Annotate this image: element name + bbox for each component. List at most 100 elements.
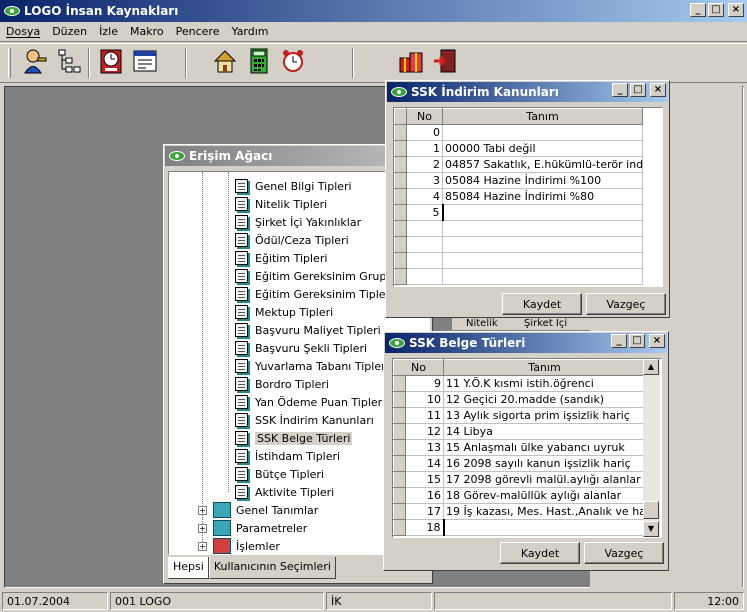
table-row[interactable]: 16 18 Görev-malüllük aylığı alanlar	[393, 487, 646, 504]
tree-item[interactable]: Başvuru Şekli Tipleri	[235, 339, 367, 357]
ssk-belge-title-bar: SSK Belge Türleri _ □ ×	[385, 333, 667, 353]
document-icon	[235, 305, 248, 319]
maximize-button[interactable]: □	[630, 83, 646, 97]
save-button[interactable]: Kaydet	[502, 293, 582, 315]
table-row[interactable]	[394, 236, 643, 253]
table-row[interactable]: 10 12 Geçici 20.madde (sandık)	[393, 391, 646, 408]
window-list-icon[interactable]	[132, 48, 158, 74]
table-row[interactable]: 11 13 Aylık sigorta prim işsizlik hariç	[393, 407, 646, 424]
tree-item[interactable]: SSK İndirim Kanunları	[235, 411, 374, 429]
tree-item[interactable]: Yan Ödeme Puan Tipleri	[235, 393, 385, 411]
table-row[interactable]: 1 00000 Tabi değil	[394, 140, 643, 157]
table-row-current[interactable]: 18	[393, 519, 646, 536]
menu-pencere[interactable]: Pencere	[176, 25, 220, 38]
tree-folder-parametreler[interactable]: + Parametreler	[198, 519, 307, 537]
document-icon	[235, 323, 248, 337]
tree-item[interactable]: Nitelik Tipleri	[235, 195, 327, 213]
close-button[interactable]: ×	[649, 334, 665, 348]
tree-item[interactable]: Ödül/Ceza Tipleri	[235, 231, 349, 249]
table-row[interactable]: 13 15 Anlaşmalı ülke yabancı uyruk	[393, 439, 646, 456]
minimize-button[interactable]: _	[611, 334, 627, 348]
expand-icon[interactable]: +	[198, 541, 207, 551]
tree-item[interactable]: Eğitim Gereksinim Tipleri	[235, 285, 393, 303]
home-icon[interactable]	[212, 48, 238, 74]
erisim-title: Erişim Ağacı	[189, 149, 273, 163]
document-icon	[235, 269, 248, 283]
maximize-button[interactable]: □	[708, 3, 724, 17]
tree-item-selected[interactable]: SSK Belge Türleri	[235, 429, 353, 447]
scroll-thumb[interactable]	[643, 501, 659, 519]
table-row[interactable]: 4 85084 Hazine İndirimi %80	[394, 188, 643, 205]
column-header-tanim: Tanım	[442, 108, 643, 125]
scroll-down-arrow-icon[interactable]: ▼	[643, 521, 659, 537]
table-row[interactable]: 17 19 İş kazası, Mes. Hast.,Analık ve has…	[393, 503, 646, 520]
tree-item[interactable]: Eğitim Gereksinim Grupları	[235, 267, 404, 285]
cancel-button[interactable]: Vazgeç	[586, 293, 666, 315]
table-row[interactable]: 9 11 Y.Ö.K kısmi istih.öğrenci	[393, 375, 646, 392]
vertical-scrollbar[interactable]: ▲ ▼	[643, 359, 660, 537]
time-clock-icon[interactable]	[98, 48, 124, 74]
document-icon	[235, 179, 248, 193]
table-row[interactable]: 12 14 Libya	[393, 423, 646, 440]
tree-item[interactable]: Bütçe Tipleri	[235, 465, 324, 483]
tree-guide-line	[228, 172, 229, 492]
calculator-icon[interactable]	[246, 48, 272, 74]
tab-hepsi[interactable]: Hepsi	[168, 557, 209, 579]
expand-icon[interactable]: +	[198, 505, 207, 515]
table-row[interactable]	[394, 220, 643, 237]
table-row[interactable]: 204857 Sakatlık, E.hükümlü-terör indirim…	[394, 156, 643, 173]
menu-dosya[interactable]: Dosya	[6, 25, 40, 38]
scroll-up-arrow-icon[interactable]: ▲	[643, 359, 659, 375]
menu-duzen[interactable]: Düzen	[52, 25, 87, 38]
table-row[interactable]: 15 17 2098 görevli malül.aylığı alanlar	[393, 471, 646, 488]
tree-item[interactable]: Genel Bilgi Tipleri	[235, 177, 352, 195]
tree-folder-genel-tanimlar[interactable]: + Genel Tanımlar	[198, 501, 318, 519]
tree-item[interactable]: Aktivite Tipleri	[235, 483, 334, 501]
ssk-indirim-window: SSK İndirim Kanunları _ □ × No Tanım 0 1…	[385, 80, 670, 318]
gifts-icon[interactable]	[398, 48, 424, 74]
table-row[interactable]	[394, 252, 643, 269]
tree-item[interactable]: Mektup Tipleri	[235, 303, 333, 321]
table-row[interactable]: 0	[394, 124, 643, 141]
org-chart-icon[interactable]	[56, 48, 82, 74]
logo-eye-icon	[391, 87, 407, 97]
person-key-icon[interactable]	[22, 48, 48, 74]
menu-izle[interactable]: İzle	[99, 25, 118, 38]
minimize-button[interactable]: _	[612, 83, 628, 97]
toolbar-grip	[8, 48, 11, 78]
save-button[interactable]: Kaydet	[500, 542, 580, 564]
toolbar-separator	[185, 48, 187, 78]
tree-item[interactable]: Eğitim Tipleri	[235, 249, 327, 267]
status-company: 001 LOGO	[110, 592, 324, 610]
document-icon	[235, 215, 248, 229]
table-row[interactable]: 3 05084 Hazine İndirimi %100	[394, 172, 643, 189]
ssk-indirim-grid: No Tanım 0 1 00000 Tabi değil 2 04857 Saka…	[393, 107, 663, 287]
menu-makro[interactable]: Makro	[130, 25, 164, 38]
tree-item[interactable]: Bordro Tipleri	[235, 375, 329, 393]
close-button[interactable]: ×	[728, 3, 744, 17]
exit-door-icon[interactable]	[432, 48, 458, 74]
tree-item[interactable]: Başvuru Maliyet Tipleri	[235, 321, 381, 339]
status-time: 12:00	[674, 592, 744, 610]
alarm-clock-icon[interactable]	[280, 48, 306, 74]
document-icon	[235, 197, 248, 211]
minimize-button[interactable]: _	[690, 3, 706, 17]
cancel-button[interactable]: Vazgeç	[584, 542, 664, 564]
maximize-button[interactable]: □	[629, 334, 645, 348]
tab-kullanici-secimleri[interactable]: Kullanıcının Seçimleri	[208, 557, 336, 579]
document-icon	[235, 287, 248, 301]
tree-item[interactable]: Yuvarlama Tabanı Tipleri	[235, 357, 389, 375]
tree-item[interactable]: İstihdam Tipleri	[235, 447, 340, 465]
table-row-current[interactable]: 5	[394, 204, 643, 221]
table-row[interactable]	[394, 268, 643, 285]
close-button[interactable]: ×	[650, 83, 666, 97]
column-header: Şirket İçi	[524, 318, 568, 329]
status-bar: 01.07.2004 001 LOGO İK 12:00	[0, 590, 747, 612]
table-row[interactable]: 14 16 2098 sayılı kanun işsizlik hariç	[393, 455, 646, 472]
tree-folder-islemler[interactable]: + İşlemler	[198, 537, 280, 554]
tree-item[interactable]: Şirket İçi Yakınlıklar	[235, 213, 361, 231]
menu-yardim[interactable]: Yardım	[231, 25, 268, 38]
document-icon	[235, 251, 248, 265]
erisim-tabs: Hepsi Kullanıcının Seçimleri	[168, 557, 336, 579]
expand-icon[interactable]: +	[198, 523, 207, 533]
